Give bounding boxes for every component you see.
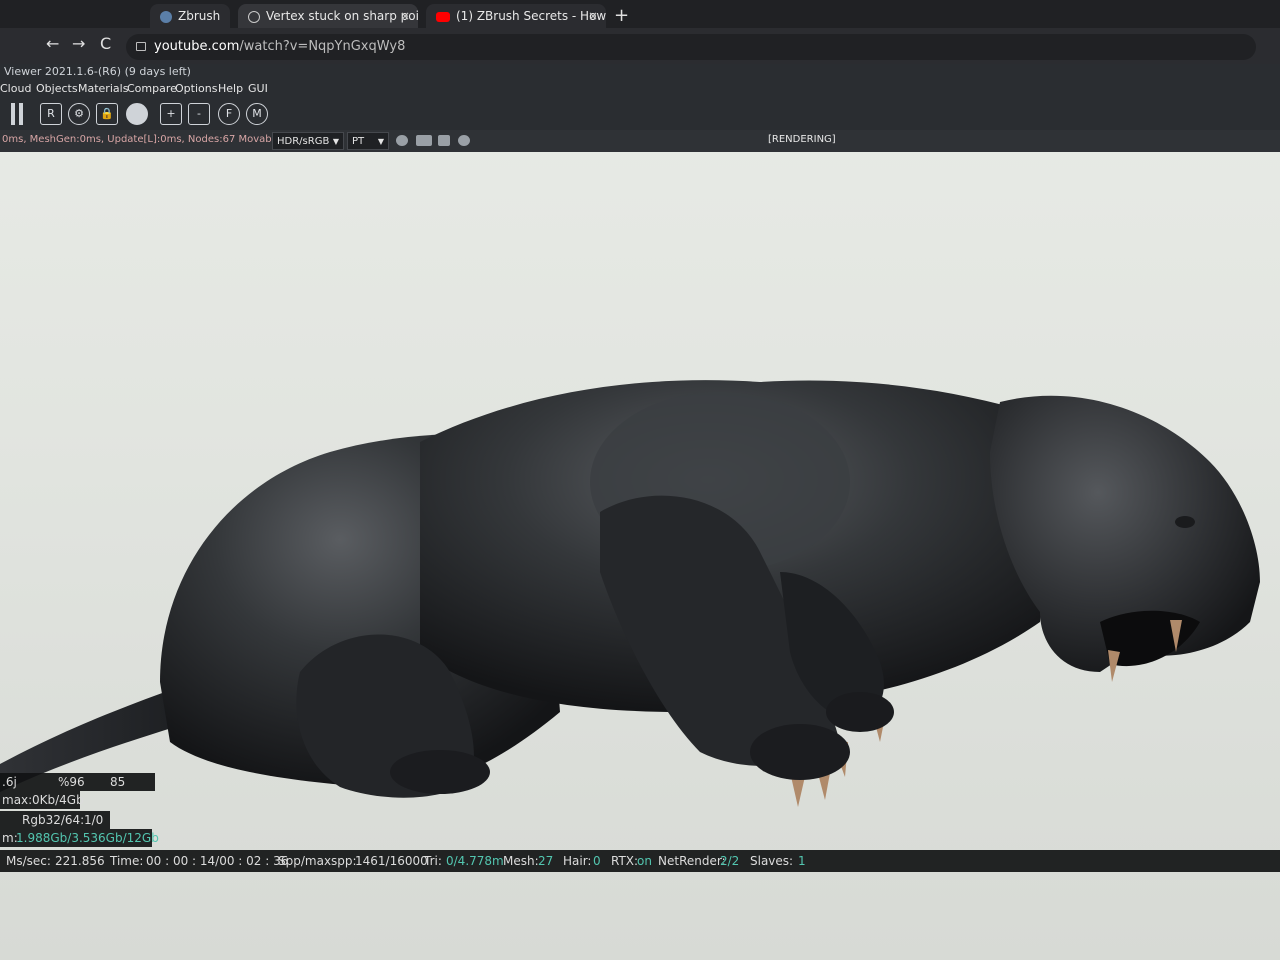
hud-mesh-label: Mesh: xyxy=(503,854,539,868)
navigation-bar: ← → C youtube.com/watch?v=NqpYnGxqWy8 xyxy=(0,28,1280,64)
hud-net-value: 2/2 xyxy=(720,854,740,868)
lock-icon[interactable]: 🔒 xyxy=(96,103,118,125)
hud-memory-row: m: 1.988Gb/3.536Gb/12Gb xyxy=(0,829,159,847)
tab-vertex-stuck[interactable]: Vertex stuck on sharp points of m × xyxy=(238,4,418,28)
menu-gui[interactable]: GUI xyxy=(248,80,268,98)
hud-version: .6j xyxy=(2,775,17,789)
focus-button[interactable]: F xyxy=(218,103,240,125)
screen-icon[interactable] xyxy=(416,135,432,146)
menu-help[interactable]: Help xyxy=(218,80,243,98)
engine-value: PT xyxy=(352,136,365,147)
menu-compare[interactable]: Compare xyxy=(127,80,177,98)
engine-select[interactable]: PT ▼ xyxy=(347,132,389,150)
mesh-stats: 0ms, MeshGen:0ms, Update[L]:0ms, Nodes:6… xyxy=(2,134,297,145)
hud-hair-value: 0 xyxy=(593,854,601,868)
pause-icon xyxy=(11,103,15,125)
reload-button[interactable]: C xyxy=(100,34,111,53)
tonemap-value: HDR/sRGB xyxy=(277,136,330,147)
tab-strip: Zbrush Vertex stuck on sharp points of m… xyxy=(0,0,1280,28)
tab-favicon xyxy=(160,10,172,23)
globe-icon xyxy=(248,10,260,23)
tab-label: Vertex stuck on sharp points of m xyxy=(266,9,418,23)
object-icon[interactable] xyxy=(396,135,408,146)
hud-slaves-label: Slaves: xyxy=(750,854,794,868)
render-viewport[interactable] xyxy=(0,152,1280,960)
chevron-down-icon: ▼ xyxy=(332,137,339,146)
tab-zbrush[interactable]: Zbrush xyxy=(150,4,230,28)
address-bar[interactable]: youtube.com/watch?v=NqpYnGxqWy8 xyxy=(126,34,1256,60)
menu-cloud[interactable]: Cloud xyxy=(0,80,31,98)
hud-slaves-value: 1 xyxy=(798,854,806,868)
panther-paw xyxy=(390,750,490,794)
hud-mem-value: 1.988Gb/3.536Gb/12Gb xyxy=(16,831,159,845)
hud-percent: %96 xyxy=(58,775,85,789)
app-title: Viewer 2021.1.6-(R6) (9 days left) xyxy=(0,64,1280,80)
hud-tri-label: Tri: xyxy=(424,854,442,868)
hud-max-value: 0Kb/4Gb xyxy=(32,793,84,807)
hud-time-value: 00 : 00 : 14/00 : 02 : 36 xyxy=(146,854,289,868)
close-tab-icon[interactable]: × xyxy=(588,4,598,28)
chevron-down-icon: ▼ xyxy=(377,137,384,146)
menu-objects[interactable]: Objects xyxy=(36,80,78,98)
hud-rgb-label: Rgb32/64: xyxy=(22,813,85,827)
pause-icon-bar xyxy=(19,103,23,125)
hud-version-row: .6j %96 85 xyxy=(0,773,155,791)
tonemap-select[interactable]: HDR/sRGB ▼ xyxy=(272,132,344,150)
pause-render-button[interactable] xyxy=(8,103,26,125)
render-button[interactable]: R xyxy=(40,103,62,125)
remove-object-button[interactable]: - xyxy=(188,103,210,125)
forward-button[interactable]: → xyxy=(72,34,85,53)
hud-spp-label: Spp/maxspp: xyxy=(278,854,357,868)
hud-ms-label: Ms/sec: xyxy=(6,854,51,868)
hud-mesh-value: 27 xyxy=(538,854,554,868)
gear-icon[interactable]: ⚙ xyxy=(68,103,90,125)
menu-materials[interactable]: Materials xyxy=(78,80,128,98)
hud-rtx-label: RTX: xyxy=(611,854,639,868)
render-viewer-app: Viewer 2021.1.6-(R6) (9 days left) Cloud… xyxy=(0,64,1280,960)
panther-fang xyxy=(1108,650,1120,682)
tab-zbrush-secrets[interactable]: (1) ZBrush Secrets - How To Bake × xyxy=(426,4,606,28)
material-button[interactable]: M xyxy=(246,103,268,125)
back-button[interactable]: ← xyxy=(46,34,59,53)
hud-rtx-value: on xyxy=(637,854,652,868)
hud-net-label: NetRender: xyxy=(658,854,726,868)
hud-time-label: Time: xyxy=(110,854,144,868)
hud-value85: 85 xyxy=(110,775,126,789)
browser-window: Zbrush Vertex stuck on sharp points of m… xyxy=(0,0,1280,64)
hud-rgb-value: 1/0 xyxy=(84,813,104,827)
panther-paw xyxy=(826,692,894,732)
render-stats-row: 0ms, MeshGen:0ms, Update[L]:0ms, Nodes:6… xyxy=(0,130,1280,152)
tab-label: Zbrush xyxy=(178,9,221,23)
tab-label: (1) ZBrush Secrets - How To Bake xyxy=(456,9,606,23)
new-tab-button[interactable]: + xyxy=(614,4,629,28)
menu-options[interactable]: Options xyxy=(175,80,217,98)
url-path: /watch?v=NqpYnGxqWy8 xyxy=(239,39,406,54)
hud-tri-value: 0/4.778m xyxy=(446,854,504,868)
hud-rgb-row: Rgb32/64: 1/0 xyxy=(0,811,110,829)
sphere-material-icon[interactable] xyxy=(126,103,148,125)
rendering-status: [RENDERING] xyxy=(768,134,836,145)
url-host: youtube.com xyxy=(154,39,240,54)
lock-icon xyxy=(136,42,146,51)
lens-icon[interactable] xyxy=(458,135,470,146)
hud-max-label: max: xyxy=(2,793,33,807)
hud-spp-value: 1461/16000 xyxy=(355,854,428,868)
panther-render xyxy=(0,380,1260,807)
hud-ms-value: 221.856 xyxy=(55,854,105,868)
hud-hair-label: Hair: xyxy=(563,854,592,868)
hud-max-row: max: 0Kb/4Gb xyxy=(0,791,84,809)
add-object-button[interactable]: + xyxy=(160,103,182,125)
camera-icon[interactable] xyxy=(438,135,450,146)
youtube-icon xyxy=(436,11,450,22)
menu-bar: Cloud Objects Materials Compare Options … xyxy=(0,80,1280,98)
panther-eye xyxy=(1175,516,1195,528)
close-tab-icon[interactable]: × xyxy=(400,4,410,28)
panther-paw xyxy=(750,724,850,780)
toolbar: R ⚙ 🔒 + - F M xyxy=(0,98,1280,130)
hud-render-stats: Ms/sec: 221.856 Time: 00 : 00 : 14/00 : … xyxy=(0,850,1280,872)
